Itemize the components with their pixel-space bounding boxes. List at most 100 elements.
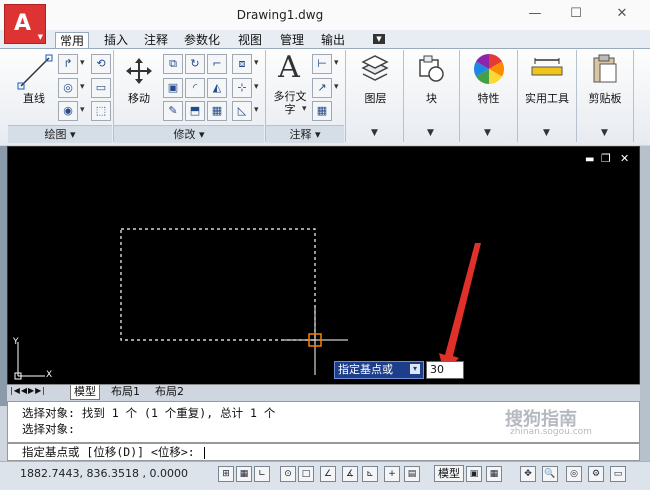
tab-layout2[interactable]: 布局2	[152, 385, 187, 399]
chevron-down-icon: ▼	[484, 128, 491, 138]
chevron-down-icon: ▼	[427, 128, 434, 138]
dynamic-prompt-text: 指定基点或	[338, 363, 393, 376]
object-snap-icon[interactable]: □	[298, 466, 314, 482]
chevron-down-icon[interactable]: ▾	[254, 105, 259, 115]
chevron-down-icon[interactable]: ▾	[80, 58, 85, 68]
tab-layout1[interactable]: 布局1	[108, 385, 143, 399]
chevron-down-icon[interactable]: ▾	[302, 104, 307, 114]
polar-tracking-icon[interactable]: ⊙	[280, 466, 296, 482]
tab-annotate[interactable]: 注释	[140, 32, 172, 48]
block-button[interactable]: 块 ▼	[404, 50, 459, 142]
table-icon[interactable]: ▦	[312, 101, 332, 121]
dimension-icon[interactable]: ⊢	[312, 54, 332, 74]
tab-view[interactable]: 视图	[234, 32, 266, 48]
clean-screen-icon[interactable]: ▭	[610, 466, 626, 482]
erase-icon[interactable]: ✎	[163, 101, 183, 121]
fillet-icon[interactable]: ◜	[185, 78, 205, 98]
panel-divider	[345, 50, 346, 142]
chevron-down-icon[interactable]: ▾	[334, 58, 339, 68]
lineweight-icon[interactable]: ▤	[404, 466, 420, 482]
model-space-button[interactable]: 模型	[434, 465, 464, 482]
trim-icon[interactable]: ⌐	[207, 54, 227, 74]
line-button[interactable]: 直线	[14, 90, 54, 106]
panel-divider	[633, 50, 634, 142]
selected-rectangle[interactable]	[120, 228, 316, 341]
window-title: Drawing1.dwg	[236, 8, 324, 22]
close-button[interactable]: ✕	[612, 6, 632, 22]
coordinates-readout[interactable]: 1882.7443, 836.3518 , 0.0000	[20, 467, 188, 480]
line-icon	[17, 54, 53, 90]
leader-icon[interactable]: ↗	[312, 78, 332, 98]
workspace-icon[interactable]: ⚙	[588, 466, 604, 482]
dynamic-ucs-icon[interactable]: ⊾	[362, 466, 378, 482]
color-wheel-icon	[473, 53, 505, 84]
measure-icon	[531, 58, 563, 76]
chevron-down-icon[interactable]: ▾	[334, 82, 339, 92]
clipboard-button[interactable]: 剪贴板 ▼	[577, 50, 633, 142]
rectangle-icon[interactable]: ▭	[91, 78, 111, 98]
tab-output[interactable]: 输出	[317, 32, 349, 48]
dynamic-input-icon[interactable]: +	[384, 466, 400, 482]
ucs-y-label: Y	[13, 337, 19, 347]
tab-insert[interactable]: 插入	[100, 32, 132, 48]
dynamic-value-text: 30	[430, 363, 444, 376]
chevron-down-icon: ▼	[601, 128, 608, 138]
annotation-panel-title[interactable]: 注释 ▾	[266, 125, 344, 143]
dropdown-arrow-icon[interactable]: ▾	[410, 364, 420, 374]
polyline-icon[interactable]: ↱	[58, 54, 78, 74]
draw-panel-title[interactable]: 绘图 ▾	[8, 125, 112, 143]
layers-button[interactable]: 图层 ▼	[348, 50, 403, 142]
zoom-icon[interactable]: 🔍	[542, 466, 558, 482]
desktop-left-edge	[0, 146, 7, 406]
array-icon[interactable]: ▦	[207, 101, 227, 121]
snap-tracking-icon[interactable]: ∡	[342, 466, 358, 482]
ribbon-minimize-icon[interactable]: ▼	[373, 34, 385, 44]
move-button[interactable]: 移动	[120, 90, 158, 106]
tab-home[interactable]: 常用	[55, 32, 90, 49]
move-icon	[126, 58, 152, 84]
dynamic-input-value[interactable]: 30	[426, 361, 464, 379]
chevron-down-icon[interactable]: ▾	[254, 82, 259, 92]
mirror-icon[interactable]: ▣	[163, 78, 183, 98]
command-line[interactable]: 指定基点或 [位移(D)] <位移>:	[7, 443, 640, 461]
dynamic-input-prompt: 指定基点或 ▾	[334, 361, 424, 379]
layer-state-icon[interactable]: ⧈	[232, 54, 252, 74]
circle-icon[interactable]: ◎	[58, 78, 78, 98]
chevron-down-icon[interactable]: ▾	[80, 82, 85, 92]
ortho-icon[interactable]: ∟	[254, 466, 270, 482]
scale-icon[interactable]: ⬒	[185, 101, 205, 121]
minimize-button[interactable]: —	[525, 6, 545, 22]
chevron-down-icon[interactable]: ▾	[254, 58, 259, 68]
modify-panel-title[interactable]: 修改 ▾	[114, 125, 264, 143]
chevron-down-icon[interactable]: ▾	[80, 105, 85, 115]
break-icon[interactable]: ⊹	[232, 78, 252, 98]
region-icon[interactable]: ⬚	[91, 101, 111, 121]
chamfer-icon[interactable]: ◺	[232, 101, 252, 121]
application-menu-button[interactable]: A ▼	[4, 4, 46, 44]
layers-icon	[361, 55, 389, 81]
quick-view-layouts-icon[interactable]: ▣	[466, 466, 482, 482]
infer-constraints-icon[interactable]: ⊞	[218, 466, 234, 482]
ellipse-icon[interactable]: ◉	[58, 101, 78, 121]
tab-model[interactable]: 模型	[70, 385, 100, 400]
copy-icon[interactable]: ⧉	[163, 54, 183, 74]
grid-icon[interactable]: ▦	[236, 466, 252, 482]
3d-osnap-icon[interactable]: ∠	[320, 466, 336, 482]
tab-manage[interactable]: 管理	[276, 32, 308, 48]
pan-icon[interactable]: ✥	[520, 466, 536, 482]
drawing-svg	[14, 228, 481, 380]
autocad-logo-icon: A	[14, 11, 32, 36]
undo-arc-icon[interactable]: ⟲	[91, 54, 111, 74]
rotate-icon[interactable]: ↻	[185, 54, 205, 74]
steering-wheel-icon[interactable]: ◎	[566, 466, 582, 482]
stretch-icon[interactable]: ◭	[207, 78, 227, 98]
draw-panel-label: 绘图	[44, 128, 67, 141]
maximize-button[interactable]: ☐	[566, 6, 586, 22]
quick-view-drawings-icon[interactable]: ▦	[486, 466, 502, 482]
chevron-down-icon: ▼	[371, 128, 378, 138]
tab-parametric[interactable]: 参数化	[180, 32, 224, 48]
clipboard-icon	[593, 54, 617, 83]
properties-button[interactable]: 特性 ▼	[460, 50, 517, 142]
layout-nav-arrows-icon[interactable]: |◀◀▶▶|	[10, 386, 46, 395]
utilities-button[interactable]: 实用工具 ▼	[518, 50, 576, 142]
